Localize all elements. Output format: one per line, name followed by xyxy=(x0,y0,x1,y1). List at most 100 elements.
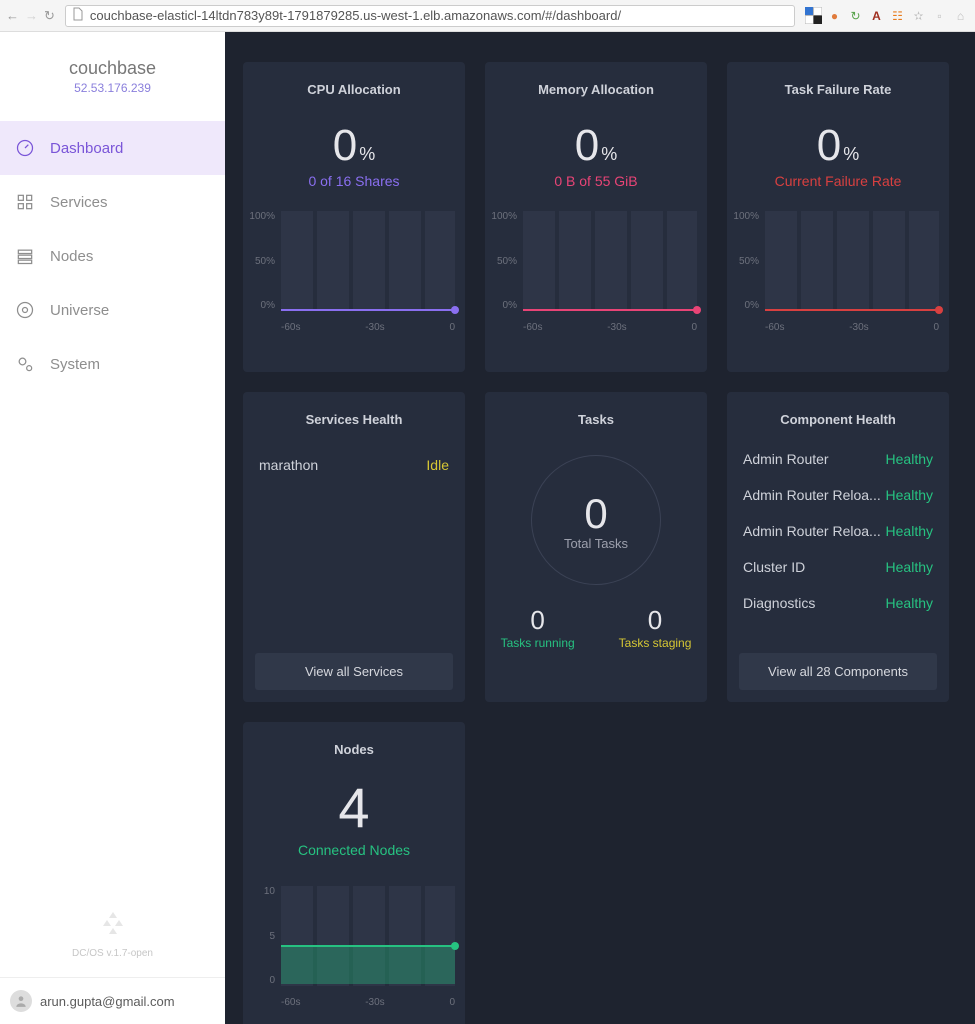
app-icon[interactable]: ✫ xyxy=(910,7,927,24)
card-cpu-allocation: CPU Allocation 0% 0 of 16 Shares 100%50%… xyxy=(243,62,465,372)
line-dot-icon xyxy=(693,306,701,314)
ytick: 50% xyxy=(491,256,517,267)
sidebar-item-system[interactable]: System xyxy=(0,337,225,391)
card-nodes: Nodes 4 Connected Nodes 1050 -60s-30s0 xyxy=(243,722,465,1024)
avatar-icon xyxy=(10,990,32,1012)
xtick: 0 xyxy=(933,322,939,333)
fail-chart: 100%50%0% -60s-30s0 xyxy=(727,205,949,337)
mem-value: 0 xyxy=(575,121,599,171)
version-label: DC/OS v.1.7-open xyxy=(0,948,225,959)
sidebar-item-nodes[interactable]: Nodes xyxy=(0,229,225,283)
line-dot-icon xyxy=(451,306,459,314)
line-dot-icon xyxy=(935,306,943,314)
url-bar[interactable]: couchbase-elasticl-14ltdn783y89t-1791879… xyxy=(65,5,795,27)
component-name: Admin Router xyxy=(743,451,829,467)
ytick: 0% xyxy=(491,300,517,311)
mem-subtitle: 0 B of 55 GiB xyxy=(485,173,707,189)
disk-icon xyxy=(14,299,36,321)
refresh-ext-icon[interactable]: ↻ xyxy=(847,7,864,24)
sidebar-item-label: Dashboard xyxy=(50,140,123,157)
component-name: Admin Router Reloa... xyxy=(743,487,881,503)
box-icon[interactable]: ▫ xyxy=(931,7,948,24)
ytick: 100% xyxy=(733,211,759,222)
home-icon[interactable]: ⌂ xyxy=(952,7,969,24)
component-row[interactable]: Cluster IDHealthy xyxy=(743,549,933,585)
rss-icon[interactable]: ☷ xyxy=(889,7,906,24)
component-status: Healthy xyxy=(886,523,933,539)
sidebar-item-label: Services xyxy=(50,194,108,211)
cpu-subtitle: 0 of 16 Shares xyxy=(243,173,465,189)
xtick: 0 xyxy=(691,322,697,333)
sidebar-item-label: System xyxy=(50,356,100,373)
tasks-running-label: Tasks running xyxy=(501,636,575,650)
xtick: -60s xyxy=(281,997,300,1008)
account-email: arun.gupta@gmail.com xyxy=(40,994,175,1009)
app-ip[interactable]: 52.53.176.239 xyxy=(0,81,225,95)
tasks-total-value: 0 xyxy=(584,490,607,538)
ytick: 50% xyxy=(733,256,759,267)
forward-icon[interactable]: → xyxy=(25,8,38,23)
service-row[interactable]: marathon Idle xyxy=(259,447,449,483)
fail-unit: % xyxy=(843,144,859,165)
ytick: 5 xyxy=(249,931,275,942)
card-header: Tasks xyxy=(485,392,707,433)
fail-subtitle: Current Failure Rate xyxy=(727,173,949,189)
view-all-services-button[interactable]: View all Services xyxy=(255,653,453,690)
mem-plot xyxy=(523,211,697,311)
tasks-running-value: 0 xyxy=(501,605,575,636)
back-icon[interactable]: ← xyxy=(6,8,19,23)
sidebar-item-services[interactable]: Services xyxy=(0,175,225,229)
sidebar-item-label: Nodes xyxy=(50,248,93,265)
sidebar: couchbase 52.53.176.239 Dashboard Servic… xyxy=(0,32,225,1024)
fail-value: 0 xyxy=(817,121,841,171)
card-tasks: Tasks 0 Total Tasks 0 Tasks running 0 Ta… xyxy=(485,392,707,702)
service-status: Idle xyxy=(426,457,449,473)
letter-a-icon[interactable]: A xyxy=(868,7,885,24)
cpu-value: 0 xyxy=(333,121,357,171)
card-task-failure-rate: Task Failure Rate 0% Current Failure Rat… xyxy=(727,62,949,372)
cpu-plot xyxy=(281,211,455,311)
ytick: 0 xyxy=(249,975,275,986)
grid-icon xyxy=(14,191,36,213)
app-title: couchbase xyxy=(0,58,225,79)
nodes-chart: 1050 -60s-30s0 xyxy=(243,880,465,1012)
ytick: 0% xyxy=(733,300,759,311)
card-header: Component Health xyxy=(727,392,949,433)
component-row[interactable]: Admin Router Reloa... Healthy xyxy=(743,477,933,513)
xtick: -60s xyxy=(523,322,542,333)
extension-icon[interactable]: ● xyxy=(826,7,843,24)
sidebar-item-universe[interactable]: Universe xyxy=(0,283,225,337)
xtick: -30s xyxy=(365,997,384,1008)
card-header: CPU Allocation xyxy=(243,62,465,103)
sidebar-item-dashboard[interactable]: Dashboard xyxy=(0,121,225,175)
xtick: 0 xyxy=(449,997,455,1008)
tasks-ring: 0 Total Tasks xyxy=(531,455,661,585)
component-status: Healthy xyxy=(886,487,933,503)
card-header: Task Failure Rate xyxy=(727,62,949,103)
sidebar-item-label: Universe xyxy=(50,302,109,319)
line-dot-icon xyxy=(451,942,459,950)
ytick: 100% xyxy=(491,211,517,222)
account-bar[interactable]: arun.gupta@gmail.com xyxy=(0,977,225,1024)
gears-icon xyxy=(14,353,36,375)
component-row[interactable]: Admin Router Reloa... Healthy xyxy=(743,513,933,549)
component-row[interactable]: DiagnosticsHealthy xyxy=(743,585,933,621)
cpu-unit: % xyxy=(359,144,375,165)
tasks-staging-label: Tasks staging xyxy=(619,636,692,650)
url-text: couchbase-elasticl-14ltdn783y89t-1791879… xyxy=(90,8,621,23)
service-name: marathon xyxy=(259,457,318,473)
card-component-health: Component Health Admin RouterHealthy Adm… xyxy=(727,392,949,702)
xtick: -30s xyxy=(365,322,384,333)
mem-unit: % xyxy=(601,144,617,165)
card-header: Services Health xyxy=(243,392,465,433)
component-name: Admin Router Reloa... xyxy=(743,523,881,539)
component-row[interactable]: Admin RouterHealthy xyxy=(743,441,933,477)
xtick: -60s xyxy=(281,322,300,333)
delicious-icon[interactable] xyxy=(805,7,822,24)
component-status: Healthy xyxy=(886,559,933,575)
view-all-components-button[interactable]: View all 28 Components xyxy=(739,653,937,690)
reload-icon[interactable]: ↻ xyxy=(44,8,55,24)
footer-logo: DC/OS v.1.7-open xyxy=(0,910,225,977)
xtick: -60s xyxy=(765,322,784,333)
xtick: -30s xyxy=(607,322,626,333)
